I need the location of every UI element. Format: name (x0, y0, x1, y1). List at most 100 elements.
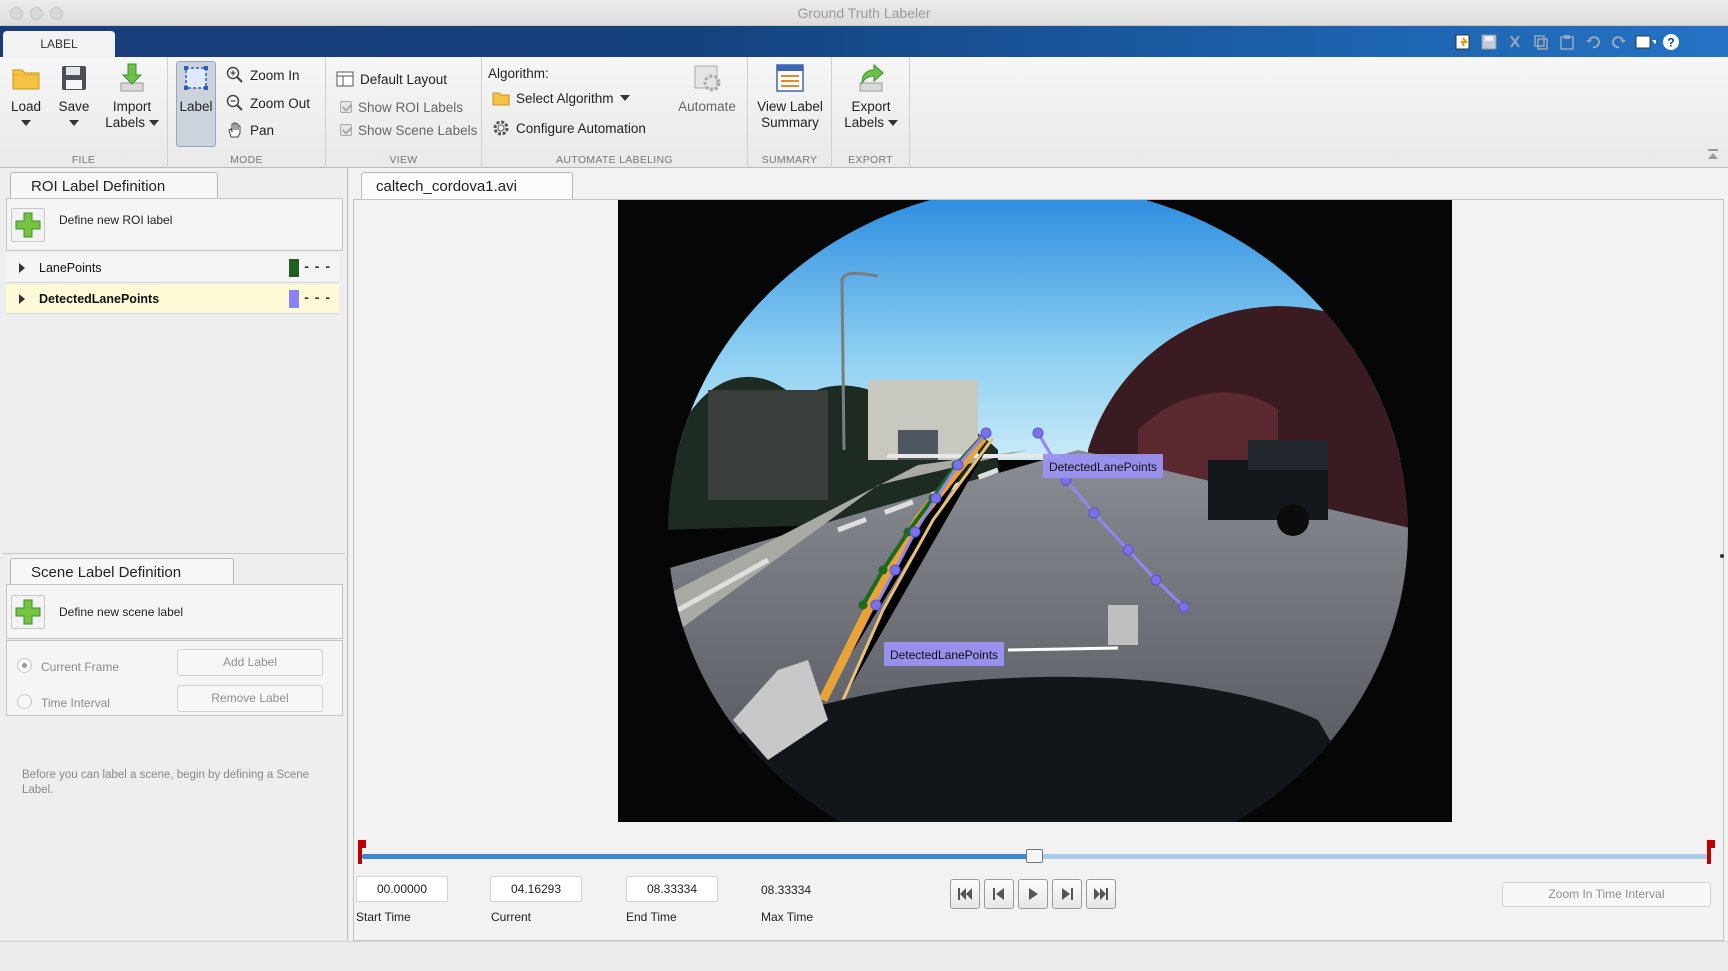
status-bar (0, 941, 1728, 971)
resize-handle[interactable] (1720, 554, 1724, 558)
end-time-field[interactable]: 08.33334 (626, 876, 718, 902)
previous-frame-button[interactable] (984, 879, 1014, 909)
show-roi-labels-checkbox[interactable]: Show ROI Labels (340, 97, 463, 117)
default-layout-button[interactable]: Default Layout (336, 69, 447, 89)
add-scene-label-button[interactable] (11, 595, 45, 629)
show-scene-labels-checkbox[interactable]: Show Scene Labels (340, 120, 477, 140)
summary-table-icon (776, 64, 804, 92)
play-button[interactable] (1018, 879, 1048, 909)
start-time-field[interactable]: 00.00000 (356, 876, 448, 902)
quick-access-toolbar: ? (1452, 30, 1682, 54)
redo-icon[interactable] (1608, 31, 1630, 53)
gear-icon (493, 120, 509, 136)
step-forward-icon (1062, 888, 1073, 900)
zoom-in-time-interval-button[interactable]: Zoom In Time Interval (1502, 882, 1711, 907)
cut-icon[interactable] (1504, 31, 1526, 53)
end-time-caption: End Time (626, 910, 677, 924)
chevron-down-icon (69, 120, 79, 127)
roi-label-definition-tab[interactable]: ROI Label Definition (10, 172, 218, 199)
expand-arrow-icon[interactable] (19, 294, 25, 304)
chevron-down-icon (21, 120, 31, 127)
svg-text:?: ? (1667, 36, 1674, 50)
time-interval-radio[interactable] (17, 694, 32, 709)
line-style-icon: - - - (304, 289, 331, 305)
label-color-swatch (289, 290, 299, 308)
import-labels-button[interactable]: Import Labels (100, 61, 164, 131)
first-frame-button[interactable] (950, 879, 980, 909)
automate-button[interactable]: Automate (672, 61, 742, 115)
add-roi-label-button[interactable] (11, 208, 45, 242)
zoom-in-icon (226, 66, 243, 83)
panel-divider[interactable] (2, 553, 345, 557)
zoom-in-button[interactable]: Zoom In (226, 65, 300, 85)
summary-group-title: SUMMARY (761, 154, 818, 166)
define-scene-label-box: Define new scene label (6, 584, 343, 639)
automate-icon (694, 65, 721, 92)
last-frame-button[interactable] (1086, 879, 1116, 909)
start-time-caption: Start Time (356, 910, 411, 924)
export-group: Export Labels EXPORT (832, 57, 910, 168)
roi-label-row-selected[interactable]: DetectedLanePoints - - - (6, 284, 339, 314)
configure-automation-button[interactable]: Configure Automation (492, 118, 646, 138)
layout-menu-icon[interactable] (1634, 31, 1656, 53)
copy-icon[interactable] (1530, 31, 1552, 53)
start-time-flag[interactable] (358, 840, 366, 864)
chevron-down-icon (148, 120, 159, 127)
mode-group-title: MODE (230, 154, 263, 166)
save-icon[interactable] (1478, 31, 1500, 53)
play-icon (1029, 888, 1038, 900)
lane-overlay-label: DetectedLanePoints (890, 648, 998, 662)
define-new-roi-label-text[interactable]: Define new ROI label (59, 213, 172, 227)
scene-label-definition-tab[interactable]: Scene Label Definition (10, 558, 234, 585)
load-button[interactable]: Load (6, 61, 46, 131)
scene-label-hint: Before you can label a scene, begin by d… (22, 769, 310, 796)
timeline-played-track[interactable] (362, 854, 1034, 859)
automate-group-title: AUTOMATE LABELING (556, 154, 673, 166)
select-algorithm-dropdown[interactable]: Select Algorithm (492, 88, 630, 108)
remove-label-button[interactable]: Remove Label (177, 685, 323, 712)
video-file-tab[interactable]: caltech_cordova1.avi (361, 172, 573, 199)
roi-label-icon (184, 66, 208, 90)
algorithm-caption: Algorithm: (488, 65, 549, 81)
current-time-caption: Current (491, 910, 532, 924)
save-button[interactable]: Save (54, 61, 94, 131)
roi-label-row[interactable]: LanePoints - - - (6, 253, 339, 283)
new-session-icon[interactable] (1452, 31, 1474, 53)
toolstrip-tabs: LABEL ? (0, 26, 1728, 57)
undo-icon[interactable] (1582, 31, 1604, 53)
end-time-flag[interactable] (1707, 840, 1715, 864)
export-arrow-icon (859, 63, 884, 92)
roi-label-name: LanePoints (39, 261, 102, 275)
add-label-button[interactable]: Add Label (177, 649, 323, 676)
left-panel: ROI Label Definition Define new ROI labe… (0, 168, 348, 941)
chevron-down-icon (619, 95, 630, 101)
export-group-title: EXPORT (848, 154, 893, 166)
import-arrow-icon (120, 63, 144, 92)
export-labels-button[interactable]: Export Labels (836, 61, 906, 131)
current-time-field[interactable]: 04.16293 (490, 876, 582, 902)
current-frame-radio[interactable] (17, 658, 32, 673)
timeline-remaining-track[interactable] (1034, 854, 1710, 859)
define-new-scene-label-text[interactable]: Define new scene label (59, 605, 183, 619)
step-back-icon (993, 888, 1004, 900)
next-frame-button[interactable] (1052, 879, 1082, 909)
timeline-scrubber[interactable] (1026, 849, 1043, 863)
paste-icon[interactable] (1556, 31, 1578, 53)
skip-to-end-icon (1094, 888, 1108, 900)
video-display[interactable]: DetectedLanePoints DetectedLanePoints (618, 200, 1452, 822)
hand-icon (228, 122, 241, 138)
pan-button[interactable]: Pan (226, 120, 274, 140)
scene-label-options-box: Current Frame Time Interval Add Label Re… (6, 640, 343, 716)
checkbox-icon (340, 124, 352, 136)
expand-arrow-icon[interactable] (19, 263, 25, 273)
view-label-summary-button[interactable]: View Label Summary (754, 61, 826, 131)
help-icon[interactable]: ? (1660, 31, 1682, 53)
label-mode-button[interactable]: Label (176, 61, 216, 115)
collapse-ribbon-icon[interactable] (1706, 147, 1720, 166)
toolstrip-ribbon: Load Save Import Labels FILE Label Zoom I… (0, 57, 1728, 168)
tab-label[interactable]: LABEL (3, 31, 115, 57)
plus-icon (15, 599, 41, 625)
file-group-title: FILE (71, 154, 96, 166)
title-bar: Ground Truth Labeler (0, 0, 1728, 26)
zoom-out-button[interactable]: Zoom Out (226, 93, 310, 113)
